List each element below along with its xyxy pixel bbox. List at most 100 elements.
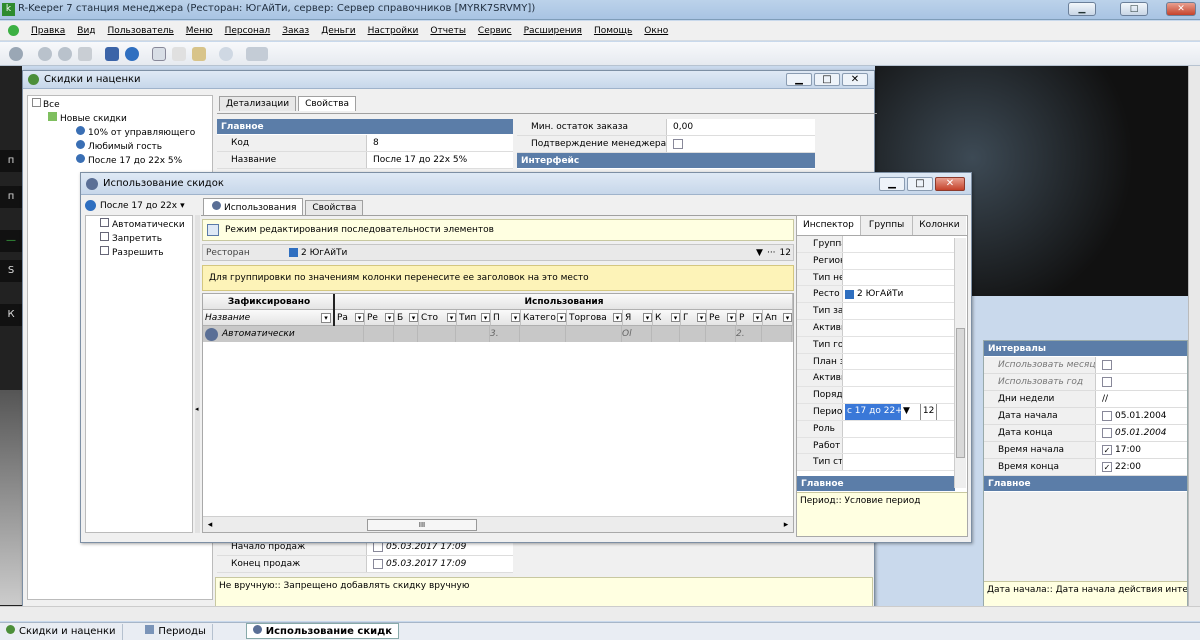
filter-dropdown-icon[interactable]: ▾ xyxy=(727,313,736,322)
chevron-down-icon[interactable]: ▾ xyxy=(180,201,185,211)
maximize-button[interactable]: □ xyxy=(907,176,933,191)
column-header[interactable]: Я ▾ xyxy=(623,310,653,326)
tab-details[interactable]: Детализации xyxy=(219,96,297,111)
inspector-value[interactable]: 2 ЮгАйТи xyxy=(843,286,955,302)
filter-dropdown-icon[interactable]: ▾ xyxy=(511,313,520,322)
table-cell[interactable] xyxy=(680,326,706,342)
prop-value[interactable] xyxy=(1096,357,1187,373)
inspector-row[interactable]: План з xyxy=(797,353,955,371)
inspector-row[interactable]: Ресто 2 ЮгАйТи xyxy=(797,286,955,304)
desktop-button[interactable]: п xyxy=(0,150,22,172)
table-row[interactable]: Автоматически 3. Ol 2. xyxy=(203,326,793,342)
close-button[interactable]: ✕ xyxy=(842,73,868,86)
table-cell[interactable] xyxy=(566,326,622,342)
section-main[interactable]: Главное xyxy=(217,119,513,135)
menu-item-staff[interactable]: Персонал xyxy=(225,26,271,36)
inspector-scrollbar[interactable] xyxy=(954,238,966,488)
column-header[interactable]: Б ▾ xyxy=(395,310,419,326)
name-column-header[interactable]: Название ▾ xyxy=(203,310,334,326)
column-header[interactable]: Торгова ▾ xyxy=(567,310,623,326)
column-header[interactable]: Сто ▾ xyxy=(419,310,457,326)
inspector-value[interactable]: с 17 до 22+ ▼ 12 xyxy=(843,403,955,420)
inspector-row[interactable]: Группа xyxy=(797,236,955,253)
checkbox[interactable] xyxy=(373,541,383,552)
table-cell[interactable]: 3. xyxy=(490,326,520,342)
prop-row[interactable]: Мин. остаток заказа 0,00 xyxy=(517,119,815,136)
scroll-thumb[interactable]: III xyxy=(367,518,477,531)
column-header[interactable]: П ▾ xyxy=(491,310,521,326)
left-scroll-arrow[interactable]: ◂ xyxy=(195,405,200,417)
inspector-row[interactable]: Тип за xyxy=(797,303,955,320)
table-cell[interactable]: Ol xyxy=(622,326,652,342)
column-header[interactable]: Катего ▾ xyxy=(521,310,567,326)
inspector-row[interactable]: Роль xyxy=(797,420,955,438)
checkbox[interactable] xyxy=(1102,376,1112,387)
prop-row[interactable]: Конец продаж 05.03.2017 17:09 xyxy=(217,556,513,573)
restaurant-value[interactable]: 2 ЮгАйТи xyxy=(301,248,756,258)
prop-value[interactable]: 05.03.2017 17:09 xyxy=(367,556,513,572)
section-interface[interactable]: Интерфейс xyxy=(517,153,815,169)
table-cell[interactable] xyxy=(652,326,680,342)
paste-icon[interactable] xyxy=(192,46,206,61)
interval-row[interactable]: Дата начала 05.01.2004 xyxy=(984,408,1187,425)
task-periods[interactable]: Периоды xyxy=(139,624,213,640)
prop-value[interactable]: ✓ 17:00 xyxy=(1096,442,1187,458)
checkbox[interactable]: ✓ xyxy=(1102,444,1112,455)
close-button[interactable]: ✕ xyxy=(935,176,965,191)
interval-row[interactable]: Дата конца 05.01.2004 xyxy=(984,425,1187,442)
filter-dropdown-icon[interactable]: ▾ xyxy=(321,312,331,323)
desktop-button[interactable]: п xyxy=(0,186,22,208)
tab-properties[interactable]: Свойства xyxy=(298,96,357,111)
confirm-checkbox[interactable] xyxy=(673,138,683,149)
tree-node-discount[interactable]: Любимый гость xyxy=(32,140,210,154)
horizontal-scrollbar[interactable]: ◂ III ▸ xyxy=(203,516,793,532)
maximize-button[interactable]: □ xyxy=(1120,2,1148,16)
table-cell[interactable] xyxy=(706,326,736,342)
edit-mode-bar[interactable]: Режим редактирования последовательности … xyxy=(202,219,794,241)
tree-node-discount[interactable]: 10% от управляющего xyxy=(32,126,210,140)
checkbox[interactable] xyxy=(1102,427,1112,438)
menu-item-service[interactable]: Сервис xyxy=(478,26,512,36)
prop-row[interactable]: Код 8 xyxy=(217,135,513,152)
minimize-button[interactable]: ▁ xyxy=(786,73,812,86)
column-header[interactable]: Ап ▾ xyxy=(763,310,793,326)
filter-dropdown-icon[interactable]: ▾ xyxy=(409,313,418,322)
checkbox[interactable] xyxy=(1102,359,1112,370)
task-discounts[interactable]: Скидки и наценки xyxy=(0,624,123,640)
menu-item-view[interactable]: Вид xyxy=(77,26,95,36)
scroll-thumb[interactable] xyxy=(956,328,965,458)
filter-dropdown-icon[interactable]: ▾ xyxy=(671,313,680,322)
tab-columns[interactable]: Колонки xyxy=(913,216,966,235)
tab-inspector[interactable]: Инспектор xyxy=(797,216,861,235)
menu-item-help[interactable]: Помощь xyxy=(594,26,632,36)
column-header[interactable]: Г ▾ xyxy=(681,310,707,326)
prop-value[interactable]: // xyxy=(1096,391,1187,407)
copy-icon[interactable] xyxy=(152,46,166,61)
filter-dropdown-icon[interactable]: ▾ xyxy=(643,313,652,322)
tree-node-new-discounts[interactable]: Новые скидки xyxy=(32,112,210,126)
menu-item-reports[interactable]: Отчеты xyxy=(430,26,466,36)
tab-groups[interactable]: Группы xyxy=(860,216,914,235)
tree-node-discount-selected[interactable]: После 17 до 22х 5% xyxy=(32,154,210,168)
minimize-button[interactable]: ▁ xyxy=(879,176,905,191)
save-icon[interactable] xyxy=(105,46,119,61)
stop-icon[interactable] xyxy=(78,46,92,61)
menu-item-edit[interactable]: Правка xyxy=(31,26,65,36)
prop-value[interactable]: 0,00 xyxy=(667,119,815,135)
filter-dropdown-icon[interactable]: ▾ xyxy=(783,313,792,322)
prop-row[interactable]: Название После 17 до 22х 5% xyxy=(217,152,513,169)
minimize-button[interactable]: ▁ xyxy=(1068,2,1096,16)
filter-dropdown-icon[interactable]: ▾ xyxy=(753,313,762,322)
inspector-row[interactable]: Тип не xyxy=(797,269,955,287)
cut-icon[interactable] xyxy=(172,46,186,61)
tree-node-all[interactable]: Все xyxy=(32,98,210,112)
tree-node-allow[interactable]: Разрешить xyxy=(100,246,192,260)
prop-value[interactable]: ✓ 22:00 xyxy=(1096,459,1187,475)
filter-dropdown-icon[interactable]: ▾ xyxy=(613,313,622,322)
table-cell[interactable] xyxy=(394,326,418,342)
filter-dropdown-icon[interactable]: ▾ xyxy=(557,313,566,322)
interval-row[interactable]: Использовать год xyxy=(984,374,1187,391)
table-cell[interactable] xyxy=(334,326,364,342)
desktop-button[interactable]: — xyxy=(0,230,22,252)
menu-item-menu[interactable]: Меню xyxy=(186,26,213,36)
